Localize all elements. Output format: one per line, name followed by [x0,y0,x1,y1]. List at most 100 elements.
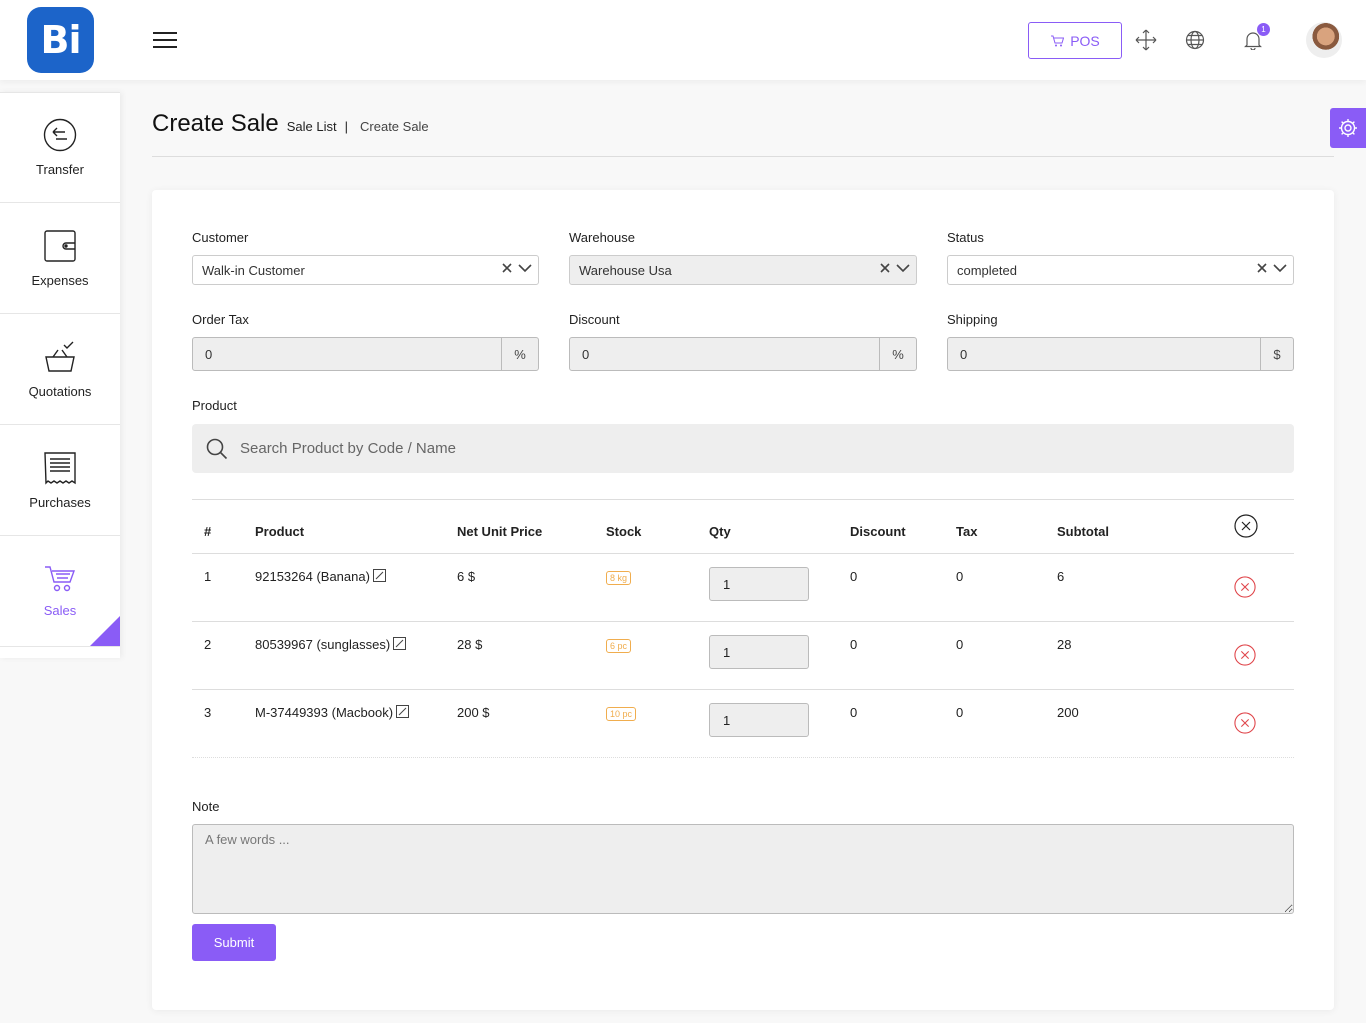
clear-icon[interactable] [880,263,890,273]
warehouse-value: Warehouse Usa [579,262,672,278]
column-header: Stock [606,524,642,539]
table-header: # Product Net Unit Price Stock Qty Disco… [192,500,1294,554]
column-header: Qty [709,524,731,539]
row-discount: 0 [850,637,858,652]
row-tax: 0 [956,637,964,652]
submit-button[interactable]: Submit [192,924,276,961]
row-stock: 10 pc [606,705,637,721]
order-tax-label: Order Tax [192,312,249,327]
breadcrumb-sale-list[interactable]: Sale List [287,119,337,134]
row-tax: 0 [956,569,964,584]
status-select[interactable]: completed [947,255,1294,285]
customer-value: Walk-in Customer [202,262,305,278]
edit-icon[interactable] [396,705,410,718]
shipping-label: Shipping [947,312,998,327]
sidebar-item-label: Transfer [36,162,84,177]
avatar[interactable] [1306,22,1342,58]
gear-icon [1339,119,1357,137]
search-icon [206,438,228,459]
sidebar-item-purchases[interactable]: Purchases [0,425,120,536]
column-header: Subtotal [1057,524,1109,539]
row-number: 2 [204,637,212,652]
customer-select[interactable]: Walk-in Customer [192,255,539,285]
warehouse-select[interactable]: Warehouse Usa [569,255,917,285]
clear-icon[interactable] [1257,263,1267,273]
table-row: 1 92153264 (Banana) 6 $ 8 kg 0 0 6 [192,554,1294,622]
row-product: M-37449393 (Macbook) [255,705,410,720]
remove-row-icon[interactable] [1234,712,1256,734]
row-price: 28 $ [457,637,483,652]
product-name: 92153264 (Banana) [255,569,370,584]
customer-label: Customer [192,230,249,245]
create-sale-card: Customer Walk-in Customer Warehouse Ware… [152,190,1334,1010]
row-subtotal: 6 [1057,569,1065,584]
sidebar-item-expenses[interactable]: Expenses [0,203,120,314]
discount-group: % [569,337,917,371]
row-stock: 6 pc [606,637,632,653]
edit-icon[interactable] [393,637,407,650]
sidebar-item-quotations[interactable]: Quotations [0,314,120,425]
product-name: M-37449393 (Macbook) [255,705,394,720]
cart-icon [1051,35,1065,46]
menu-icon[interactable] [153,32,177,48]
receipt-icon [44,451,76,485]
remove-row-icon[interactable] [1234,576,1256,598]
sidebar-item-label: Purchases [29,494,91,510]
column-header: Tax [956,524,978,539]
discount-input[interactable] [570,338,879,370]
table-row: 3 M-37449393 (Macbook) 200 $ 10 pc 0 0 2… [192,690,1294,758]
stock-badge: 8 kg [606,571,632,585]
chevron-down-icon [1273,263,1287,272]
basket-icon [45,341,75,372]
product-search-input[interactable] [240,440,1140,457]
edit-icon[interactable] [372,569,386,582]
sidebar: Transfer Expenses Quotations Purchases S… [0,92,120,658]
pos-button[interactable]: POS [1028,22,1122,59]
qty-input[interactable] [709,567,809,601]
notification-badge: 1 [1257,23,1270,36]
row-subtotal: 28 [1057,637,1072,652]
clear-icon[interactable] [502,263,512,273]
sidebar-item-label: Expenses [31,272,89,288]
order-tax-input[interactable] [193,338,501,370]
column-header: Product [255,524,305,539]
logo[interactable]: Bi [27,7,94,73]
qty-input[interactable] [709,635,809,669]
row-number: 1 [204,569,212,584]
row-tax: 0 [956,705,964,720]
shipping-input[interactable] [948,338,1260,370]
sidebar-item-transfer[interactable]: Transfer [0,92,120,203]
order-tax-addon: % [501,338,538,370]
row-price: 6 $ [457,569,476,584]
shipping-addon: $ [1260,338,1293,370]
sidebar-item-sales[interactable]: Sales [0,536,120,647]
row-stock: 8 kg [606,569,632,585]
order-tax-group: % [192,337,539,371]
bell-icon[interactable]: 1 [1241,23,1270,52]
remove-row-icon[interactable] [1234,644,1256,666]
chevron-down-icon [518,263,532,272]
chevron-down-icon [896,263,910,272]
active-indicator [90,616,120,646]
top-bar: Bi POS 1 [0,0,1366,80]
row-discount: 0 [850,569,858,584]
page-title: Create Sale [152,110,279,137]
fullscreen-icon[interactable] [1134,28,1158,52]
note-textarea[interactable] [192,824,1294,914]
table-row: 2 80539967 (sunglasses) 28 $ 6 pc 0 0 28 [192,622,1294,690]
globe-icon[interactable] [1183,28,1207,52]
column-header: Net Unit Price [457,524,543,539]
pos-label: POS [1070,32,1100,49]
qty-input[interactable] [709,703,809,737]
row-subtotal: 200 [1057,705,1079,720]
transfer-icon [43,118,77,152]
stock-badge: 6 pc [606,639,632,653]
settings-gear-button[interactable] [1330,108,1366,148]
close-circle-icon[interactable] [1234,514,1258,538]
warehouse-label: Warehouse [569,230,635,245]
logo-text: Bi [40,18,82,62]
column-header: Discount [850,524,906,539]
wallet-icon [44,229,76,262]
cart-icon [45,565,75,591]
stock-badge: 10 pc [606,707,637,721]
